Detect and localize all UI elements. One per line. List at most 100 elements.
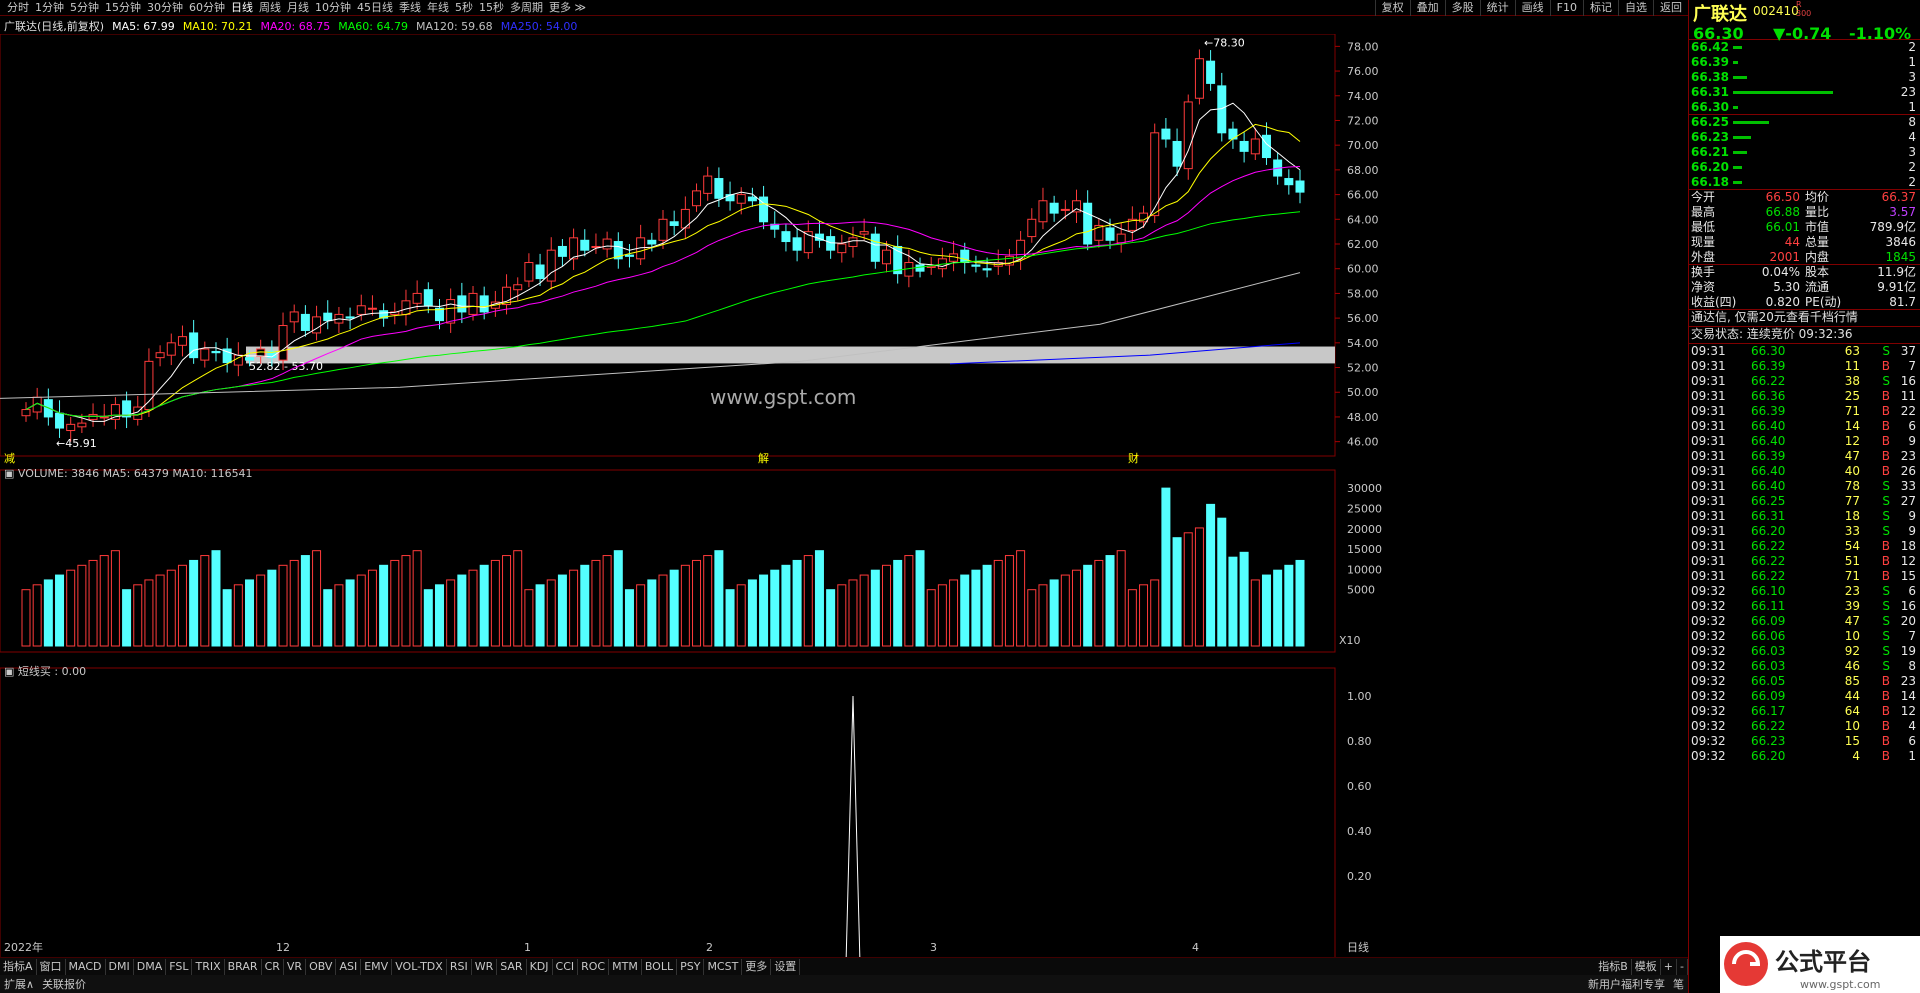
volume-bar [66, 569, 76, 647]
volume-bar [334, 584, 344, 647]
price-chart[interactable]: 78.00 76.00 74.00 72.00 70.00 68.00 66.00 64.00… [0, 34, 1688, 957]
period-0[interactable]: 分时 [4, 0, 32, 16]
volume-bar [479, 564, 489, 647]
volume-bar [770, 569, 780, 647]
indicator-tab-13[interactable]: VOL-TDX [392, 958, 447, 975]
indicator-tab-19[interactable]: ROC [578, 958, 610, 975]
indicator-tab-2[interactable]: MACD [66, 958, 106, 975]
tab-right-2[interactable]: + [1661, 958, 1678, 975]
period-15[interactable]: 多周期 [507, 0, 546, 16]
volume-bar [312, 550, 322, 647]
period-11[interactable]: 季线 [396, 0, 424, 16]
indicator-tab-20[interactable]: MTM [609, 958, 642, 975]
price-tick: 76.00 [1347, 65, 1379, 78]
volume-bar [803, 555, 813, 647]
stat-row: 现量 44 总量 3846 [1691, 235, 1916, 249]
indicator-tick: 0.40 [1347, 825, 1372, 838]
volume-bar [457, 574, 467, 647]
indicator-tab-22[interactable]: PSY [677, 958, 705, 975]
period-10[interactable]: 45日线 [354, 0, 396, 16]
toolbar-btn-8[interactable]: 返回 [1653, 0, 1688, 16]
indicator-tab-6[interactable]: TRIX [192, 958, 225, 975]
tab-right-1[interactable]: 模板 [1632, 958, 1661, 975]
indicator-tab-7[interactable]: BRAR [225, 958, 262, 975]
expand-button[interactable]: 扩展∧ [0, 976, 38, 992]
toolbar-btn-3[interactable]: 统计 [1479, 0, 1515, 16]
volume-bar [1016, 550, 1026, 647]
indicator-tab-21[interactable]: BOLL [642, 958, 678, 975]
toolbar-btn-6[interactable]: 标记 [1583, 0, 1618, 16]
pen-button[interactable]: 笔 [1669, 976, 1688, 992]
period-1[interactable]: 1分钟 [32, 0, 67, 16]
toolbar-btn-7[interactable]: 自选 [1618, 0, 1653, 16]
indicator-tab-18[interactable]: CCI [553, 958, 579, 975]
period-7[interactable]: 周线 [256, 0, 284, 16]
bid-row: 66.23 4 [1691, 130, 1916, 144]
indicator-tab-8[interactable]: CR [262, 958, 284, 975]
indicator-tab-10[interactable]: OBV [306, 958, 337, 975]
period-3[interactable]: 15分钟 [102, 0, 144, 16]
indicator-tab-17[interactable]: KDJ [527, 958, 553, 975]
indicator-tab-25[interactable]: 设置 [771, 958, 801, 975]
price-tick: 52.00 [1347, 362, 1379, 375]
tick-row: 09:31 66.40 12 B 9 [1691, 434, 1916, 448]
related-quote-button[interactable]: 关联报价 [38, 976, 90, 992]
period-9[interactable]: 10分钟 [312, 0, 354, 16]
tick-row: 09:32 66.20 4 B 1 [1691, 749, 1916, 763]
volume-bar [423, 589, 433, 647]
indicator-tab-5[interactable]: FSL [166, 958, 193, 975]
toolbar-btn-0[interactable]: 复权 [1374, 0, 1410, 16]
period-16[interactable]: 更多 ≫ [546, 0, 589, 16]
volume-bar [144, 579, 154, 647]
period-8[interactable]: 月线 [284, 0, 312, 16]
toolbar-btn-5[interactable]: F10 [1549, 0, 1583, 16]
volume-bar [323, 589, 333, 647]
volume-bar [1284, 564, 1294, 647]
volume-bar [289, 559, 299, 647]
stat-row: 最高 66.88 量比 3.57 [1691, 205, 1916, 219]
indicator-tab-1[interactable]: 窗口 [37, 958, 66, 975]
indicator-tab-23[interactable]: MCST [704, 958, 743, 975]
indicator-tab-12[interactable]: EMV [361, 958, 393, 975]
period-6[interactable]: 日线 [228, 0, 256, 16]
tab-right-0[interactable]: 指标B [1595, 958, 1632, 975]
ma10-value: MA10: 70.21 [182, 19, 253, 33]
volume-bar [1060, 574, 1070, 647]
candle-body [356, 305, 366, 315]
volume-bar [43, 579, 53, 647]
volume-bar [99, 555, 109, 647]
toolbar-btn-4[interactable]: 画线 [1514, 0, 1550, 16]
indicator-tab-16[interactable]: SAR [497, 958, 527, 975]
tick-row: 09:32 66.09 47 S 20 [1691, 614, 1916, 628]
period-4[interactable]: 30分钟 [144, 0, 186, 16]
indicator-tab-14[interactable]: RSI [447, 958, 472, 975]
period-13[interactable]: 5秒 [452, 0, 476, 16]
candle-body [446, 299, 456, 324]
indicator-tab-9[interactable]: VR [284, 958, 307, 975]
indicator-tick: 1.00 [1347, 690, 1372, 703]
volume-bar [557, 574, 567, 647]
indicator-tab-0[interactable]: 指标A [0, 958, 37, 975]
indicator-tab-4[interactable]: DMA [134, 958, 167, 975]
toolbar-btn-1[interactable]: 叠加 [1409, 0, 1445, 16]
candle-body [1161, 128, 1171, 140]
indicator-tab-3[interactable]: DMI [106, 958, 134, 975]
volume-bar [77, 564, 87, 647]
toolbar-btn-2[interactable]: 多股 [1444, 0, 1480, 16]
period-14[interactable]: 15秒 [476, 0, 507, 16]
volume-bar [882, 564, 892, 647]
volume-bar [110, 550, 120, 647]
ad-text[interactable]: 通达信, 仅需20元查看千档行情 [1689, 310, 1920, 327]
new-user-promo[interactable]: 新用户福利专享 [1584, 976, 1669, 992]
period-5[interactable]: 60分钟 [186, 0, 228, 16]
tick-row: 09:31 66.20 33 S 9 [1691, 524, 1916, 538]
volume-bar [32, 584, 42, 647]
ma5-value: MA5: 67.99 [112, 19, 175, 33]
tick-row: 09:32 66.09 44 B 14 [1691, 689, 1916, 703]
indicator-tab-24[interactable]: 更多 [742, 958, 772, 975]
period-12[interactable]: 年线 [424, 0, 452, 16]
indicator-tab-11[interactable]: ASI [336, 958, 362, 975]
indicator-tab-15[interactable]: WR [472, 958, 498, 975]
tab-right-3[interactable]: - [1677, 958, 1688, 975]
period-2[interactable]: 5分钟 [67, 0, 102, 16]
